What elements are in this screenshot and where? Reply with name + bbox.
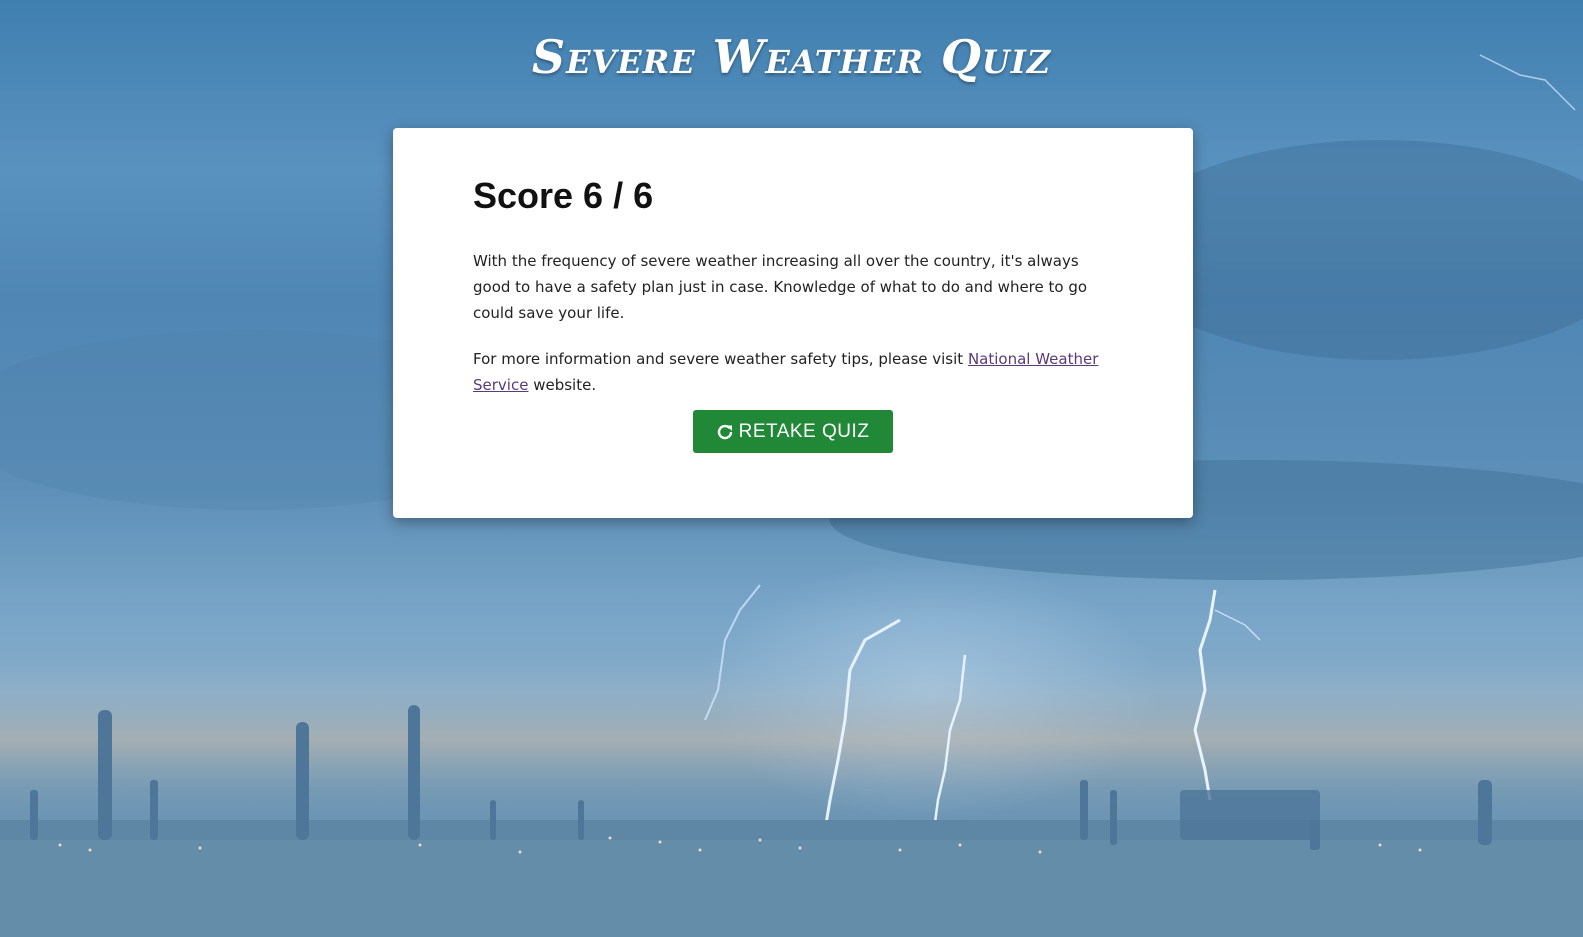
more-info-paragraph: For more information and severe weather … <box>473 346 1113 398</box>
retake-quiz-label: RETAKE QUIZ <box>738 420 870 442</box>
safety-plan-paragraph: With the frequency of severe weather inc… <box>473 252 1088 322</box>
score-heading: Score 6 / 6 <box>473 175 654 216</box>
retake-button-container: RETAKE QUIZ <box>473 410 1113 453</box>
more-info-suffix: website. <box>528 376 597 394</box>
retake-quiz-button[interactable]: RETAKE QUIZ <box>692 410 894 453</box>
more-info-prefix: For more information and severe weather … <box>473 350 968 368</box>
redo-icon <box>717 424 733 440</box>
page-title: Severe Weather Quiz <box>531 30 1052 84</box>
quiz-result-card: Score 6 / 6 With the frequency of severe… <box>393 128 1193 518</box>
